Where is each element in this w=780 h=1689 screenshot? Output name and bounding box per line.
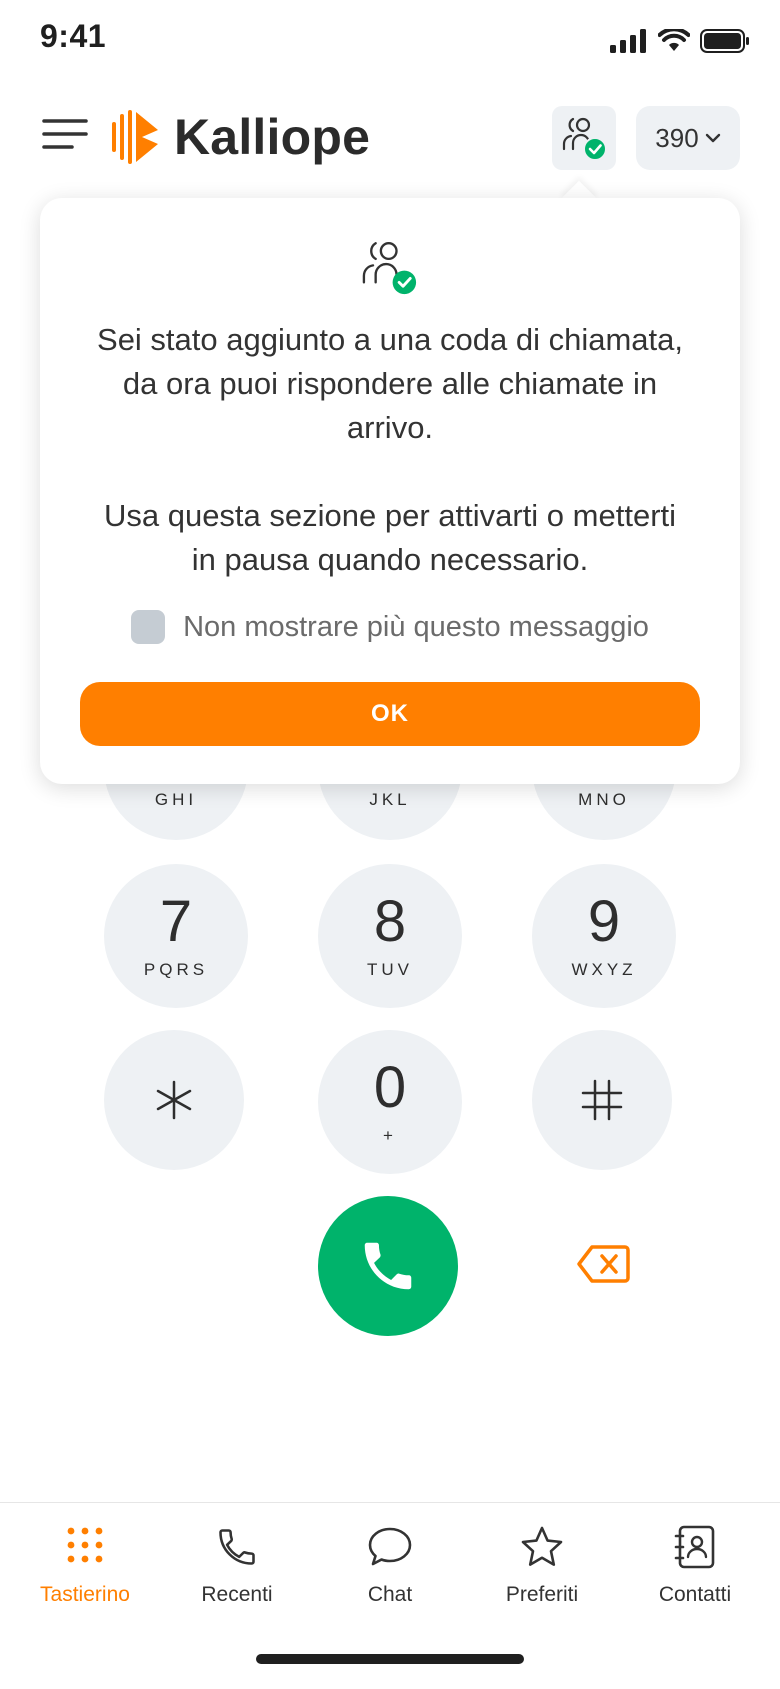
key-digit: 7: [159, 889, 193, 954]
key-letters: TUV: [367, 960, 413, 979]
nav-item-recenti[interactable]: Recenti: [159, 1525, 315, 1607]
nav-item-tastierino[interactable]: Tastierino: [7, 1525, 163, 1607]
key-letters: PQRS: [143, 960, 209, 979]
signal-icon: [610, 29, 646, 53]
dont-show-label: Non mostrare più questo messaggio: [183, 610, 649, 643]
phone-icon: [219, 1529, 255, 1565]
queue-info-popover: Sei stato aggiunto a una coda di chiamat…: [40, 198, 740, 784]
ok-button[interactable]: OK: [80, 682, 700, 746]
extension-selector[interactable]: 390: [636, 106, 740, 170]
dont-show-checkbox[interactable]: [131, 610, 166, 644]
asterisk-icon: [156, 1080, 192, 1120]
dont-show-again-row[interactable]: Non mostrare più questo messaggio: [40, 610, 740, 644]
key-digit: 8: [373, 889, 407, 954]
nav-item-contatti[interactable]: Contatti: [617, 1525, 773, 1607]
key-letters: WXYZ: [571, 960, 637, 979]
keypad-key-0[interactable]: 0 +: [318, 1030, 462, 1174]
brand-logo: Kalliope: [112, 108, 370, 166]
key-letters: GHI: [154, 790, 198, 809]
chevron-down-icon: [705, 133, 720, 143]
keypad-key-hash[interactable]: [532, 1030, 672, 1170]
wifi-icon: [658, 29, 690, 51]
nav-item-chat[interactable]: Chat: [312, 1525, 468, 1607]
hamburger-icon: [42, 119, 88, 149]
chat-bubble-icon: [368, 1527, 412, 1566]
home-indicator: [256, 1654, 524, 1664]
status-time: 9:41: [40, 18, 107, 54]
contacts-book-icon: [674, 1525, 715, 1569]
kalliope-logo-icon: [112, 110, 158, 164]
nav-label: Preferiti: [505, 1583, 579, 1606]
phone-icon: [364, 1242, 412, 1290]
nav-label: Recenti: [201, 1583, 273, 1606]
popover-icon-wrap: [40, 238, 740, 298]
brand-name: Kalliope: [174, 109, 371, 165]
key-digit: 0: [373, 1055, 407, 1120]
key-letters: +: [383, 1126, 397, 1145]
menu-button[interactable]: [42, 118, 92, 158]
dialpad-icon: [67, 1527, 103, 1563]
extension-number: 390: [655, 122, 699, 153]
queue-agent-icon: [562, 117, 607, 161]
keypad-key-7[interactable]: 7 PQRS: [104, 864, 248, 1008]
backspace-button[interactable]: [576, 1244, 630, 1284]
call-button[interactable]: [318, 1196, 458, 1336]
nav-label: Contatti: [658, 1583, 732, 1606]
queue-status-button[interactable]: [552, 106, 616, 170]
keypad-key-star[interactable]: [104, 1030, 244, 1170]
popover-message: Sei stato aggiunto a una coda di chiamat…: [90, 318, 690, 582]
key-letters: MNO: [578, 790, 630, 809]
key-digit: 9: [587, 889, 621, 954]
star-icon: [521, 1526, 563, 1566]
nav-label: Chat: [367, 1583, 413, 1606]
nav-label: Tastierino: [40, 1583, 130, 1606]
popover-message-1: Sei stato aggiunto a una coda di chiamat…: [97, 322, 683, 445]
key-letters: JKL: [369, 790, 411, 809]
queue-agent-icon: [362, 242, 417, 295]
backspace-icon: [577, 1245, 630, 1283]
battery-icon: [700, 29, 749, 53]
hash-icon: [581, 1079, 623, 1121]
keypad-key-8[interactable]: 8 TUV: [318, 864, 462, 1008]
keypad-key-9[interactable]: 9 WXYZ: [532, 864, 676, 1008]
nav-item-preferiti[interactable]: Preferiti: [464, 1525, 620, 1607]
popover-message-2: Usa questa sezione per attivarti o mette…: [103, 498, 677, 577]
status-icons: [610, 26, 750, 56]
